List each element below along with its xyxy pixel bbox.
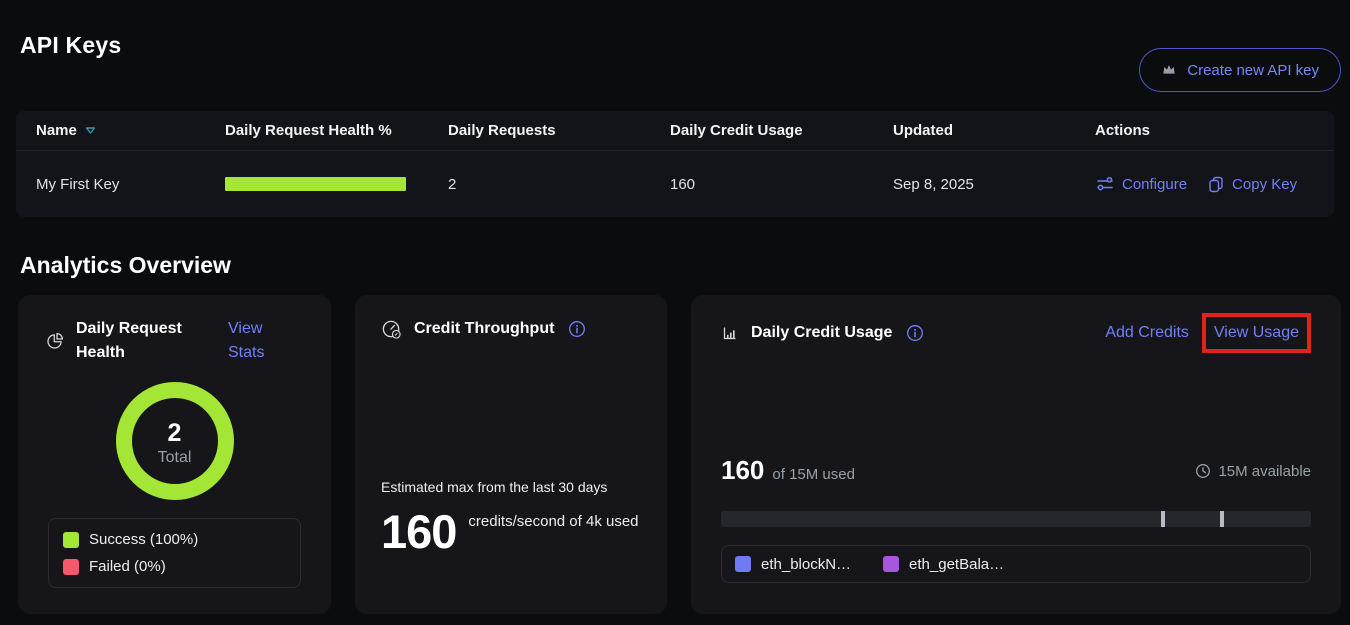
card-title: Credit Throughput <box>414 317 554 341</box>
copy-icon <box>1207 175 1225 193</box>
daily-credit-usage-card: Daily Credit Usage Add Credits View Usag… <box>691 295 1341 614</box>
sort-chevron-icon[interactable] <box>85 126 96 135</box>
column-header-actions: Actions <box>1095 122 1334 139</box>
table-row: My First Key 2 160 Sep 8, 2025 Conf <box>16 151 1334 217</box>
legend-item-failed: Failed (0%) <box>63 558 286 575</box>
available-label: 15M available <box>1218 463 1311 480</box>
view-stats-link[interactable]: View Stats <box>228 317 272 365</box>
throughput-note: Estimated max from the last 30 days <box>381 479 641 495</box>
throughput-value: 160 <box>381 507 456 557</box>
usage-value: 160 <box>721 455 764 485</box>
actions-cell: Configure Copy Key <box>1095 174 1334 194</box>
copy-key-button[interactable]: Copy Key <box>1207 175 1297 193</box>
card-header: Credit Throughput <box>381 317 641 341</box>
success-swatch <box>63 532 79 548</box>
credit-throughput-card: Credit Throughput Estimated max from the… <box>355 295 667 614</box>
column-header-updated: Updated <box>893 122 1095 139</box>
view-usage-link[interactable]: View Usage <box>1214 324 1299 341</box>
failed-label: Failed (0%) <box>89 558 166 575</box>
create-api-key-button[interactable]: Create new API key <box>1139 48 1341 92</box>
usage-summary-row: 160 of 15M used 15M available <box>721 455 1311 485</box>
analytics-cards: Daily Request Health View Stats 2 Total … <box>18 295 1341 614</box>
add-credits-link[interactable]: Add Credits <box>1105 321 1189 345</box>
copy-key-label: Copy Key <box>1232 176 1297 193</box>
api-key-name: My First Key <box>36 176 225 193</box>
card-title: Daily Credit Usage <box>751 321 892 345</box>
card-header: Daily Request Health View Stats <box>46 317 303 365</box>
legend-item-eth-blocknumber: eth_blockN… <box>735 556 851 573</box>
health-bar-cell <box>225 177 448 191</box>
eth-blocknumber-swatch <box>735 556 751 572</box>
page-header: API Keys Create new API key <box>0 33 1350 92</box>
daily-request-health-card: Daily Request Health View Stats 2 Total … <box>18 295 331 614</box>
column-header-daily-credit-usage: Daily Credit Usage <box>670 122 893 139</box>
sliders-icon <box>1095 174 1115 194</box>
health-bar-fill <box>225 177 406 191</box>
configure-button[interactable]: Configure <box>1095 174 1187 194</box>
available-credits: 15M available <box>1195 463 1311 480</box>
health-bar-track <box>225 177 406 191</box>
legend-item-eth-getbalance: eth_getBala… <box>883 556 1004 573</box>
credit-usage-legend: eth_blockN… eth_getBala… <box>721 545 1311 583</box>
legend-item-success: Success (100%) <box>63 531 286 548</box>
table-header-row: Name Daily Request Health % Daily Reques… <box>16 111 1334 151</box>
dashboard-page: API Keys Create new API key Name Daily R… <box>0 33 1350 625</box>
card-header: Daily Credit Usage Add Credits View Usag… <box>721 311 1311 355</box>
bar-chart-icon <box>721 324 739 342</box>
api-keys-table: Name Daily Request Health % Daily Reques… <box>16 111 1334 217</box>
crown-icon <box>1161 62 1177 78</box>
pie-chart-icon <box>46 332 64 350</box>
progress-tick <box>1220 511 1224 527</box>
column-header-name-label: Name <box>36 122 77 139</box>
request-health-legend: Success (100%) Failed (0%) <box>48 518 301 588</box>
configure-label: Configure <box>1122 176 1187 193</box>
card-title: Daily Request Health <box>76 317 190 365</box>
failed-swatch <box>63 559 79 575</box>
credit-usage-progress-bar <box>721 511 1311 527</box>
create-api-key-label: Create new API key <box>1187 62 1319 79</box>
success-label: Success (100%) <box>89 531 198 548</box>
view-usage-highlight: View Usage <box>1202 313 1311 353</box>
donut-total-label: Total <box>158 449 192 467</box>
info-icon[interactable] <box>568 320 586 338</box>
donut-center: 2 Total <box>115 381 235 506</box>
info-icon[interactable] <box>906 324 924 342</box>
throughput-value-row: 160 credits/second of 4k used <box>381 507 641 557</box>
eth-getbalance-swatch <box>883 556 899 572</box>
updated-value: Sep 8, 2025 <box>893 176 1095 193</box>
eth-blocknumber-label: eth_blockN… <box>761 556 851 573</box>
request-health-donut-chart: 2 Total <box>115 381 235 506</box>
eth-getbalance-label: eth_getBala… <box>909 556 1004 573</box>
column-header-daily-requests: Daily Requests <box>448 122 670 139</box>
gauge-icon <box>381 319 402 340</box>
progress-tick <box>1161 511 1165 527</box>
clock-icon <box>1195 463 1211 479</box>
analytics-overview-title: Analytics Overview <box>20 253 1350 277</box>
column-header-name[interactable]: Name <box>36 122 225 139</box>
daily-requests-value: 2 <box>448 176 670 193</box>
throughput-unit: credits/second of 4k used <box>468 510 641 557</box>
daily-credit-usage-value: 160 <box>670 176 893 193</box>
card-links: Add Credits View Usage <box>1105 313 1311 353</box>
usage-suffix: of 15M used <box>772 466 855 483</box>
column-header-health: Daily Request Health % <box>225 122 448 139</box>
donut-total-value: 2 <box>168 420 182 446</box>
